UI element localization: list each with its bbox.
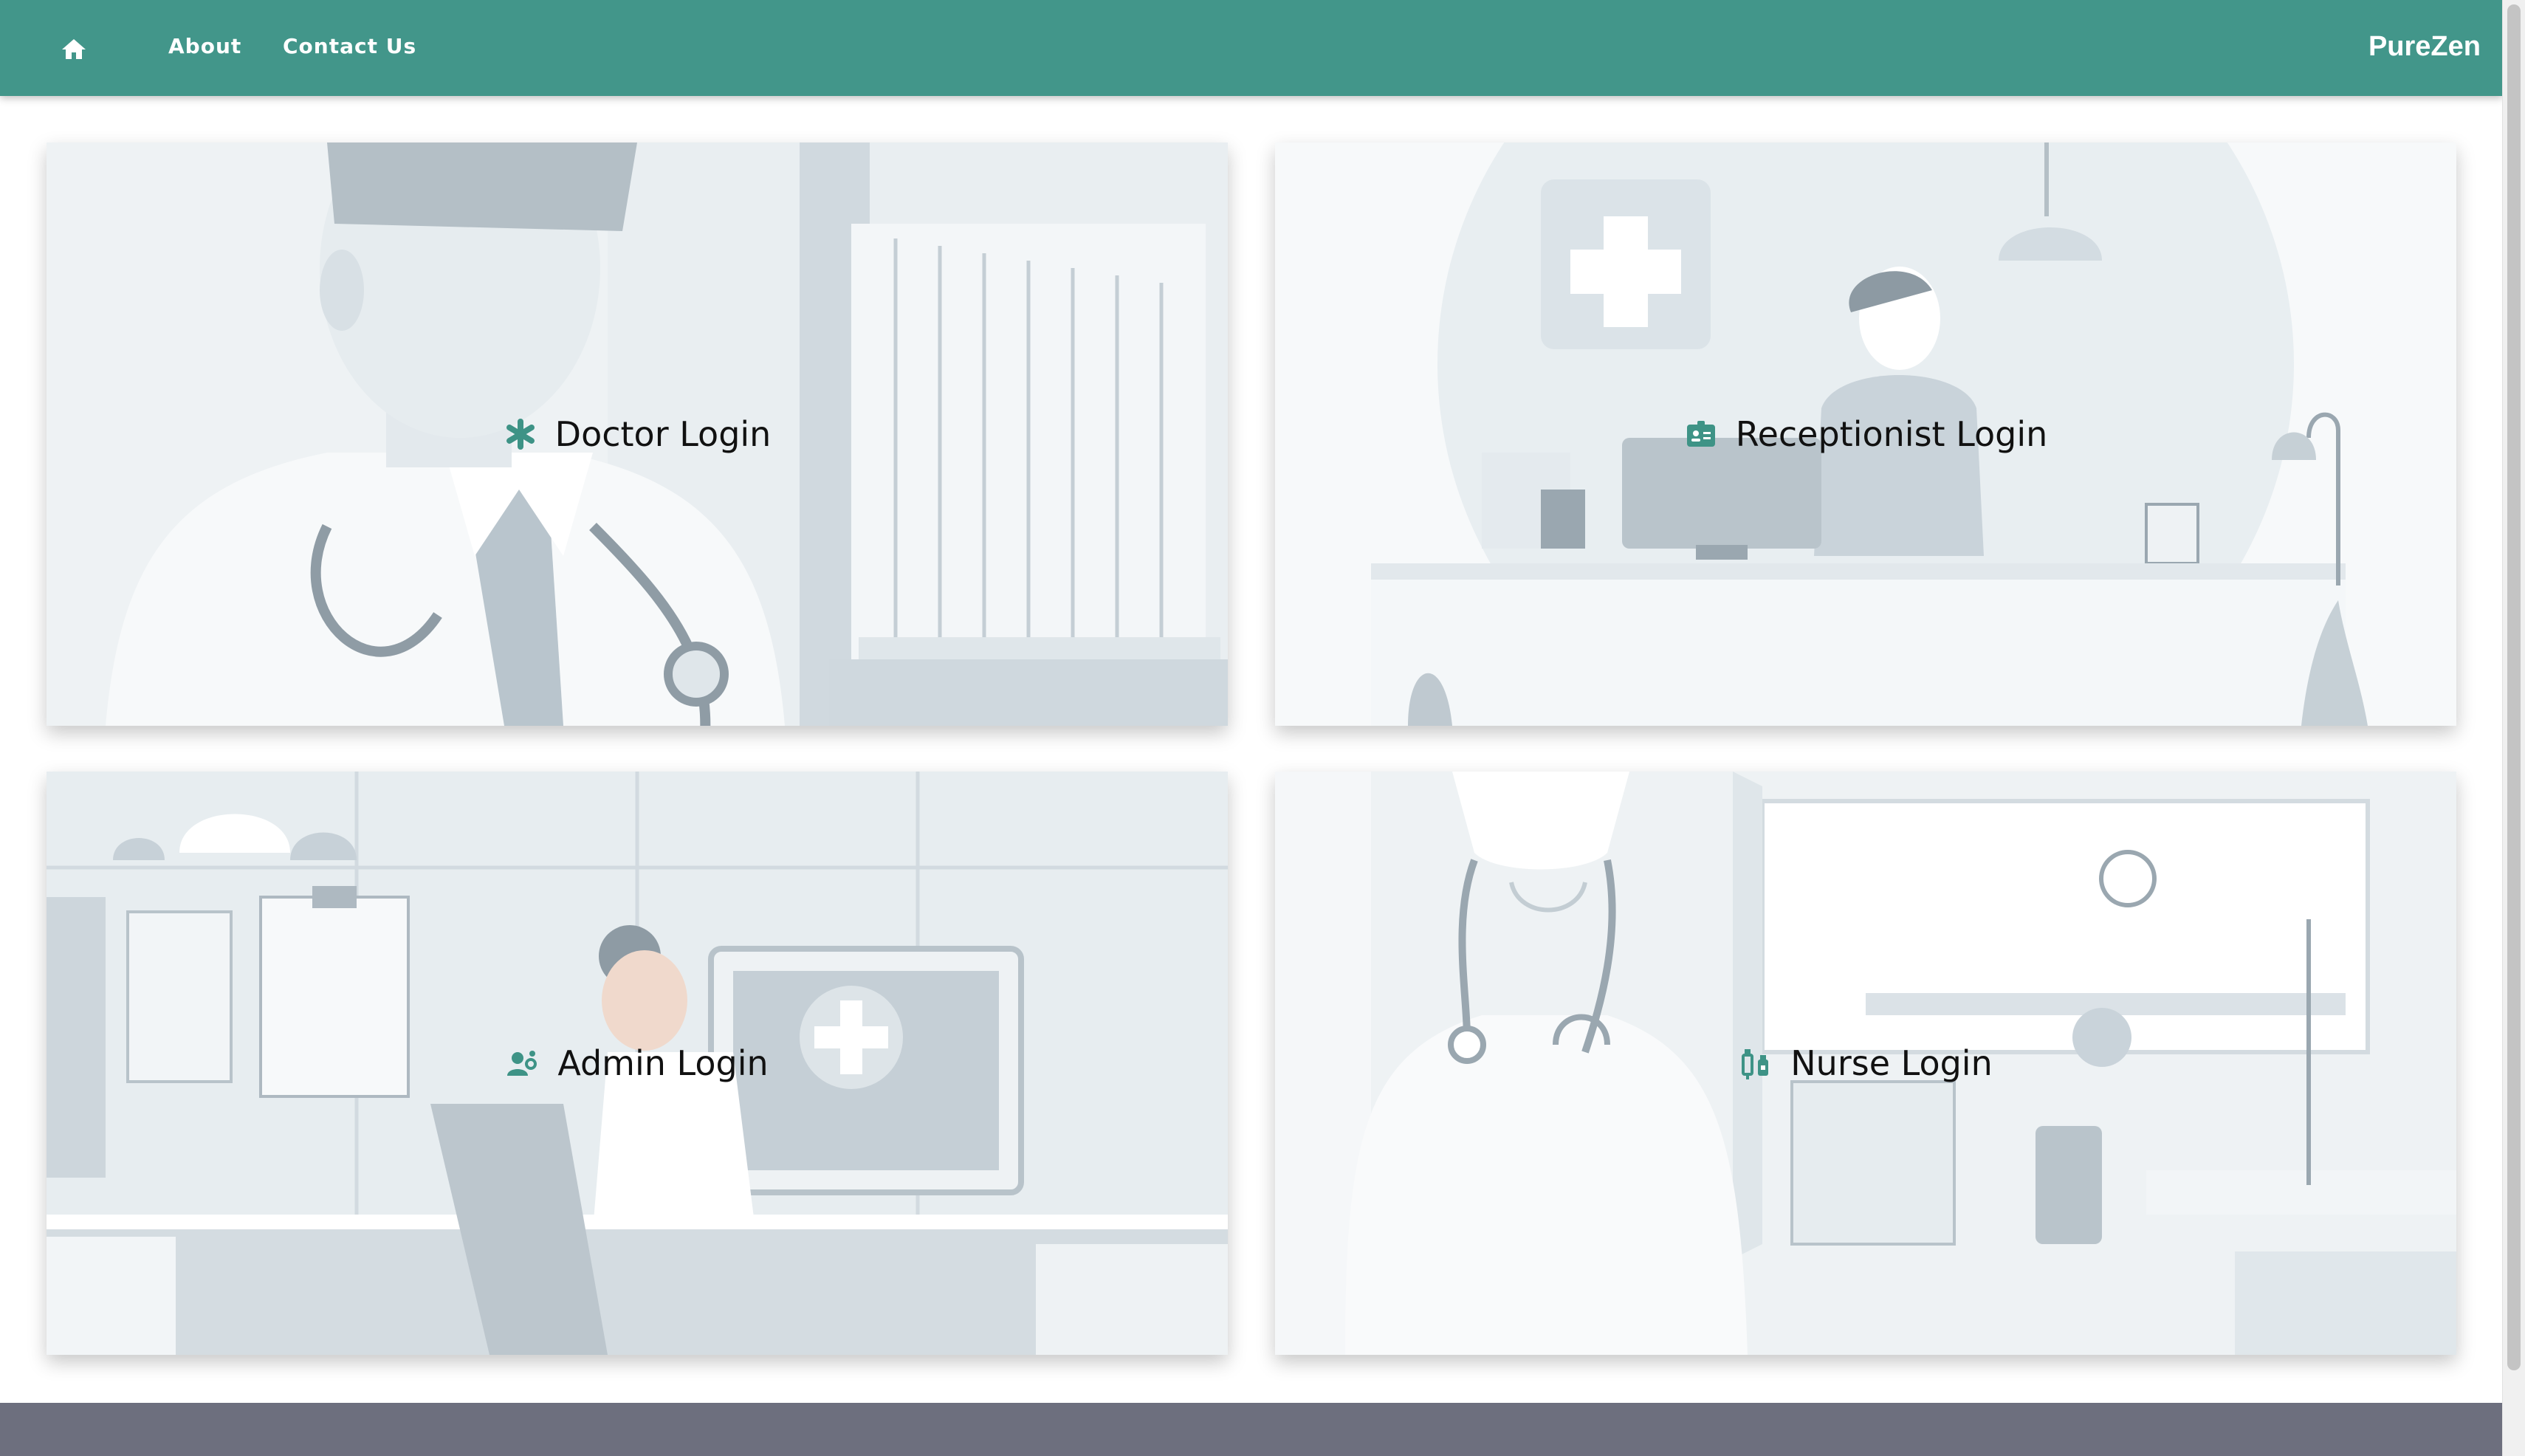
nurse-login-card[interactable]: Nurse Login bbox=[1275, 772, 2456, 1355]
id-badge-icon bbox=[1686, 421, 1715, 447]
doctor-login-title: Doctor Login bbox=[47, 142, 1228, 726]
nurse-login-label: Nurse Login bbox=[1790, 1043, 1993, 1083]
home-button[interactable] bbox=[59, 35, 89, 63]
user-gear-icon bbox=[507, 1051, 537, 1076]
footer-bar bbox=[0, 1403, 2503, 1456]
brand-logo: PureZen bbox=[2368, 31, 2481, 62]
syringe-vial-icon bbox=[1742, 1049, 1769, 1079]
asterisk-medical-icon bbox=[506, 419, 535, 450]
nav-contact-link[interactable]: Contact Us bbox=[283, 34, 416, 58]
home-icon bbox=[62, 39, 86, 59]
receptionist-login-label: Receptionist Login bbox=[1735, 414, 2048, 454]
nurse-login-title: Nurse Login bbox=[1275, 772, 2456, 1355]
scrollbar-thumb[interactable] bbox=[2507, 4, 2521, 1370]
top-navbar: About Contact Us PureZen bbox=[0, 0, 2503, 96]
doctor-login-label: Doctor Login bbox=[554, 414, 772, 454]
admin-login-label: Admin Login bbox=[557, 1043, 769, 1083]
doctor-login-card[interactable]: Doctor Login bbox=[47, 142, 1228, 726]
admin-login-title: Admin Login bbox=[47, 772, 1228, 1355]
admin-login-card[interactable]: Admin Login bbox=[47, 772, 1228, 1355]
receptionist-login-card[interactable]: Receptionist Login bbox=[1275, 142, 2456, 726]
nav-about-link[interactable]: About bbox=[168, 34, 241, 58]
vertical-scrollbar[interactable] bbox=[2502, 0, 2525, 1456]
receptionist-login-title: Receptionist Login bbox=[1275, 142, 2456, 726]
